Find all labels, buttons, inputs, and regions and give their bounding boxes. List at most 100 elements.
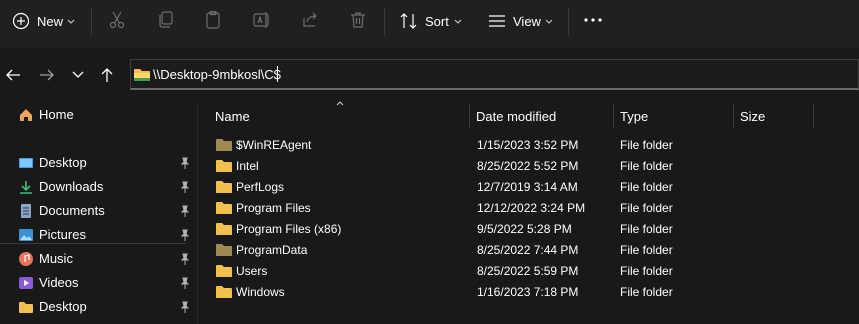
navigation-pane: Home Desktop Downloads Documents Picture… (0, 104, 197, 324)
sidebar-item-label: Music (39, 251, 73, 266)
file-name: $WinREAgent (236, 138, 312, 152)
file-date-modified: 1/16/2023 7:18 PM (477, 285, 579, 299)
file-date-modified: 9/5/2022 5:28 PM (477, 222, 572, 236)
folder-icon (216, 223, 232, 235)
pin-icon[interactable] (180, 253, 190, 265)
sidebar-item-label: Documents (39, 203, 105, 218)
pin-icon[interactable] (180, 157, 190, 169)
sidebar-item-label: Downloads (39, 179, 104, 194)
folder-icon (216, 202, 232, 214)
pin-icon[interactable] (180, 181, 190, 193)
pin-icon[interactable] (180, 229, 190, 241)
sidebar-item-desktop[interactable]: Desktop (0, 152, 197, 174)
file-name: Users (236, 264, 268, 278)
file-name: ProgramData (236, 243, 308, 257)
column-header-label: Type (620, 109, 649, 124)
address-bar[interactable]: \\Desktop-9mbkosl\C$ (130, 59, 859, 90)
file-date-modified: 8/25/2022 5:52 PM (477, 159, 579, 173)
recent-locations-chevron-icon[interactable] (72, 71, 84, 79)
rename-icon[interactable] (253, 11, 271, 29)
chevron-down-icon (545, 19, 553, 24)
view-button[interactable]: View (486, 8, 556, 34)
sidebar-item-label: Videos (39, 275, 79, 290)
up-arrow-icon[interactable] (100, 67, 114, 83)
pin-icon[interactable] (180, 301, 190, 313)
column-header-name[interactable]: Name (198, 104, 469, 128)
sort-button-label: Sort (425, 14, 449, 29)
file-row[interactable]: Program Files 12/12/2022 3:24 PM File fold… (198, 197, 859, 218)
paste-icon[interactable] (205, 11, 221, 29)
column-header-label: Size (740, 109, 766, 124)
sidebar-item-home[interactable]: Home (0, 104, 197, 126)
sort-button[interactable]: Sort (398, 8, 468, 34)
file-type: File folder (620, 285, 673, 299)
file-row[interactable]: PerfLogs 12/7/2019 3:14 AM File folder (198, 176, 859, 197)
sidebar-item-label: Pictures (39, 227, 86, 242)
forward-arrow-icon[interactable] (39, 68, 55, 82)
pin-icon[interactable] (180, 277, 190, 289)
music-icon (19, 252, 33, 266)
file-name: Program Files (236, 201, 311, 215)
picture-icon (19, 229, 33, 241)
delete-icon[interactable] (350, 11, 366, 29)
copy-icon[interactable] (158, 11, 174, 29)
sidebar-item-documents[interactable]: Documents (0, 200, 197, 222)
cut-icon[interactable] (109, 11, 125, 29)
file-date-modified: 12/7/2019 3:14 AM (477, 180, 578, 194)
command-bar: New Sort View (0, 0, 859, 48)
file-date-modified: 8/25/2022 5:59 PM (477, 264, 579, 278)
file-date-modified: 1/15/2023 3:52 PM (477, 138, 579, 152)
file-type: File folder (620, 243, 673, 257)
new-button[interactable]: New (10, 8, 80, 34)
folder-icon (216, 160, 232, 172)
column-header-label: Date modified (476, 109, 557, 124)
column-header-date-modified[interactable]: Date modified (470, 104, 613, 128)
document-icon (21, 204, 31, 218)
file-type: File folder (620, 222, 673, 236)
toolbar-separator (384, 8, 385, 36)
folder-icon (216, 244, 232, 256)
view-button-label: View (513, 14, 541, 29)
file-name: Intel (236, 159, 259, 173)
address-path: \\Desktop-9mbkosl\C$ (153, 67, 281, 82)
pin-icon[interactable] (180, 205, 190, 217)
chevron-down-icon (67, 19, 75, 24)
file-name: PerfLogs (236, 180, 285, 194)
file-type: File folder (620, 138, 673, 152)
file-row[interactable]: Windows 1/16/2023 7:18 PM File folder (198, 281, 859, 302)
sidebar-item-desktop-folder[interactable]: Desktop (0, 296, 197, 318)
sidebar-item-downloads[interactable]: Downloads (0, 176, 197, 198)
sidebar-item-videos[interactable]: Videos (0, 272, 197, 294)
sort-icon (400, 13, 417, 29)
file-row[interactable]: Program Files (x86) 9/5/2022 5:28 PM File … (198, 218, 859, 239)
download-icon (20, 181, 32, 194)
file-row[interactable]: ProgramData 8/25/2022 7:44 PM File folder (198, 239, 859, 260)
file-date-modified: 8/25/2022 7:44 PM (477, 243, 579, 257)
text-cursor (277, 66, 278, 82)
folder-icon (216, 265, 232, 277)
file-name: Windows (236, 285, 285, 299)
share-icon[interactable] (301, 11, 319, 29)
file-type: File folder (620, 180, 673, 194)
toolbar-separator (91, 8, 92, 36)
file-type: File folder (620, 159, 673, 173)
column-header-type[interactable]: Type (614, 104, 733, 128)
back-arrow-icon[interactable] (5, 68, 21, 82)
sidebar-item-pictures[interactable]: Pictures (0, 224, 197, 246)
sidebar-item-label: Home (39, 107, 74, 122)
file-row[interactable]: Users 8/25/2022 5:59 PM File folder (198, 260, 859, 281)
column-separator[interactable] (813, 104, 814, 128)
view-icon (489, 15, 505, 27)
more-options-icon[interactable] (583, 17, 603, 23)
column-header-size[interactable]: Size (734, 104, 813, 128)
file-name: Program Files (x86) (236, 222, 342, 236)
desktop-icon (19, 158, 33, 168)
file-row[interactable]: $WinREAgent 1/15/2023 3:52 PM File folder (198, 134, 859, 155)
folder-icon (19, 302, 33, 313)
folder-icon (216, 139, 232, 151)
plus-circle-icon (12, 12, 30, 30)
sidebar-item-music[interactable]: Music (0, 248, 197, 270)
file-type: File folder (620, 264, 673, 278)
file-row[interactable]: Intel 8/25/2022 5:52 PM File folder (198, 155, 859, 176)
folder-icon (216, 181, 232, 193)
